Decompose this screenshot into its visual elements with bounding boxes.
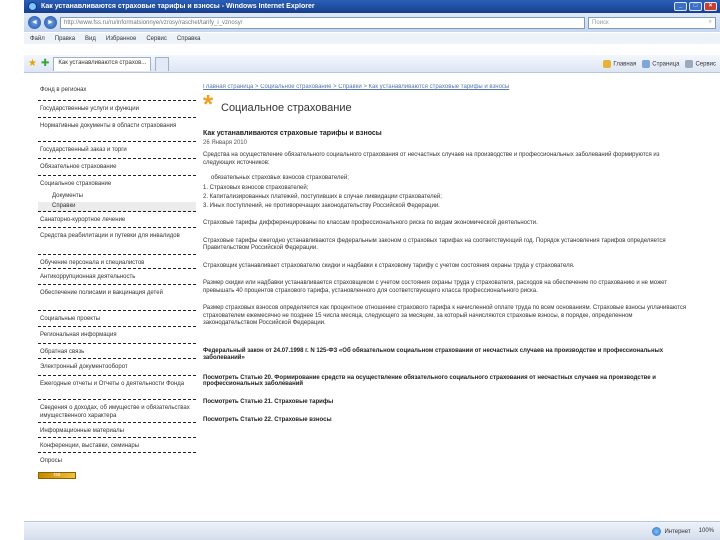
ie-logo-icon xyxy=(28,2,37,11)
close-button[interactable]: × xyxy=(704,2,717,11)
law-reference: Федеральный закон от 24.07.1998 г. N 125… xyxy=(203,347,664,362)
menu-tools[interactable]: Сервис xyxy=(146,36,167,42)
paragraph: Страховщик устанавливает страхователю ск… xyxy=(203,262,575,269)
zoom-level[interactable]: 100% xyxy=(699,528,714,534)
main-content: Главная страница > Социальное страховани… xyxy=(203,84,688,423)
maximize-button[interactable]: □ xyxy=(689,2,702,11)
paragraph: Размер страховых взносов определяется ка… xyxy=(203,305,687,326)
favorites-star-icon[interactable]: ★ xyxy=(28,58,37,69)
add-favorite-icon[interactable]: ✚ xyxy=(41,58,49,69)
article-22-link[interactable]: Посмотреть Статью 22. Страховые взносы xyxy=(203,417,688,423)
list-item: 1. Страховых взносов страхователей; xyxy=(203,185,309,191)
sidebar-item[interactable]: Нормативные документы в области страхова… xyxy=(38,118,196,142)
sidebar-item[interactable]: Информационные материалы xyxy=(38,423,196,438)
menu-edit[interactable]: Правка xyxy=(55,36,75,42)
paragraph: Страховые тарифы дифференцированы по кла… xyxy=(203,220,538,226)
menu-favorites[interactable]: Избранное xyxy=(106,36,136,42)
address-bar: ◄ ► http://www.fss.ru/ru/informatsionnye… xyxy=(24,13,720,32)
asterisk-icon: * xyxy=(203,89,214,119)
paragraph: Средства на осуществление обязательного … xyxy=(203,152,660,166)
menu-help[interactable]: Справка xyxy=(177,36,201,42)
sidebar-item[interactable]: Средства реабилитации и путевки для инва… xyxy=(38,228,196,255)
tab-active[interactable]: Как устанавливаются страхов... xyxy=(53,56,152,71)
sidebar-item[interactable]: Государственный заказ и торги xyxy=(38,142,196,159)
sidebar-item[interactable]: Обеспечение полисами и вакцинация детей xyxy=(38,285,196,311)
search-placeholder: Поиск xyxy=(592,19,609,26)
page-tool[interactable]: Страница xyxy=(642,59,680,68)
search-icon[interactable]: ⌕ xyxy=(709,19,712,26)
page-icon xyxy=(642,59,651,68)
sidebar-item[interactable]: Антикоррупционная деятельность xyxy=(38,269,196,285)
minimize-button[interactable]: _ xyxy=(674,2,687,11)
sidebar-item[interactable]: Социальные проекты xyxy=(38,311,196,327)
sidebar-item[interactable]: Сведения о доходах, об имуществе и обяза… xyxy=(38,400,196,423)
internet-zone: Интернет xyxy=(652,526,691,536)
status-bar: Интернет 100% xyxy=(24,521,720,540)
article-date: 26 Января 2010 xyxy=(203,140,247,146)
globe-icon xyxy=(652,526,662,536)
desktop-edge xyxy=(0,0,24,540)
window-titlebar: Как устанавливаются страховые тарифы и в… xyxy=(24,0,720,13)
sidebar-item[interactable]: Ежегодные отчеты и Отчеты о деятельности… xyxy=(38,376,196,400)
sidebar-item[interactable]: Конференции, выставки, семинары xyxy=(38,438,196,453)
article-20-link[interactable]: Посмотреть Статью 20. Формирование средс… xyxy=(203,375,688,387)
tools-tool[interactable]: Сервис xyxy=(685,59,716,68)
sidebar-item[interactable]: Государственные услуги и функции xyxy=(38,101,196,118)
page-label: Страница xyxy=(652,61,680,68)
menu-file[interactable]: Файл xyxy=(30,36,45,42)
breadcrumb[interactable]: Главная страница > Социальное страховани… xyxy=(203,84,688,90)
sidebar-item[interactable]: Опросы xyxy=(38,453,196,466)
page-title: Социальное страхование xyxy=(221,102,352,114)
list-title: обязательных страховых взносов страховат… xyxy=(211,175,349,181)
sidebar-item[interactable]: Обратная связь xyxy=(38,344,196,359)
sidebar-item[interactable]: Фонд в регионах xyxy=(38,86,196,101)
sidebar-item[interactable]: Региональная информация xyxy=(38,327,196,344)
window-title: Как устанавливаются страховые тарифы и в… xyxy=(41,3,315,10)
paragraph: Страховые тарифы ежегодно устанавливаютс… xyxy=(203,237,666,252)
article-title: Как устанавливаются страховые тарифы и в… xyxy=(203,130,382,137)
search-input[interactable]: Поиск ⌕ xyxy=(588,16,716,29)
gear-icon xyxy=(685,59,694,68)
article-21-link[interactable]: Посмотреть Статью 21. Страховые тарифы xyxy=(203,399,688,405)
home-tool[interactable]: Главная xyxy=(603,59,637,68)
sidebar-item[interactable]: Электронный документооборот xyxy=(38,359,196,376)
list-item: 3. Иных поступлений, не противоречащих з… xyxy=(203,203,440,209)
menu-bar: Файл Правка Вид Избранное Сервис Справка xyxy=(24,33,720,44)
sidebar-item[interactable]: Обязательное страхование xyxy=(38,159,196,176)
zone-label: Интернет xyxy=(664,528,691,535)
rss-badge[interactable]: rss xyxy=(38,472,76,479)
tools-label: Сервис xyxy=(695,61,716,68)
sources-list: 1. Страховых взносов страхователей; 2. К… xyxy=(203,184,688,211)
sidebar-item[interactable]: Обучение персонала и специалистов xyxy=(38,255,196,269)
sidebar-nav: Фонд в регионах Государственные услуги и… xyxy=(38,86,196,479)
sidebar-item[interactable]: Социальное страхование xyxy=(38,176,196,189)
home-icon xyxy=(603,59,612,68)
forward-button[interactable]: ► xyxy=(44,16,57,29)
sidebar-subitem[interactable]: Документы xyxy=(38,189,196,202)
favorites-bar: ★ ✚ Как устанавливаются страхов... Главн… xyxy=(24,55,720,73)
tab-new[interactable] xyxy=(155,56,170,71)
back-button[interactable]: ◄ xyxy=(28,16,41,29)
paragraph: Размер скидки или надбавки устанавливает… xyxy=(203,280,667,294)
home-label: Главная xyxy=(613,61,637,68)
url-field[interactable]: http://www.fss.ru/ru/informatsionnye/vzr… xyxy=(60,16,585,29)
menu-view[interactable]: Вид xyxy=(85,36,96,42)
sidebar-subitem-active[interactable]: Справки xyxy=(38,202,196,212)
list-item: 2. Капитализированных платежей, поступив… xyxy=(203,194,442,200)
sidebar-item[interactable]: Санаторно-курортное лечение xyxy=(38,212,196,228)
